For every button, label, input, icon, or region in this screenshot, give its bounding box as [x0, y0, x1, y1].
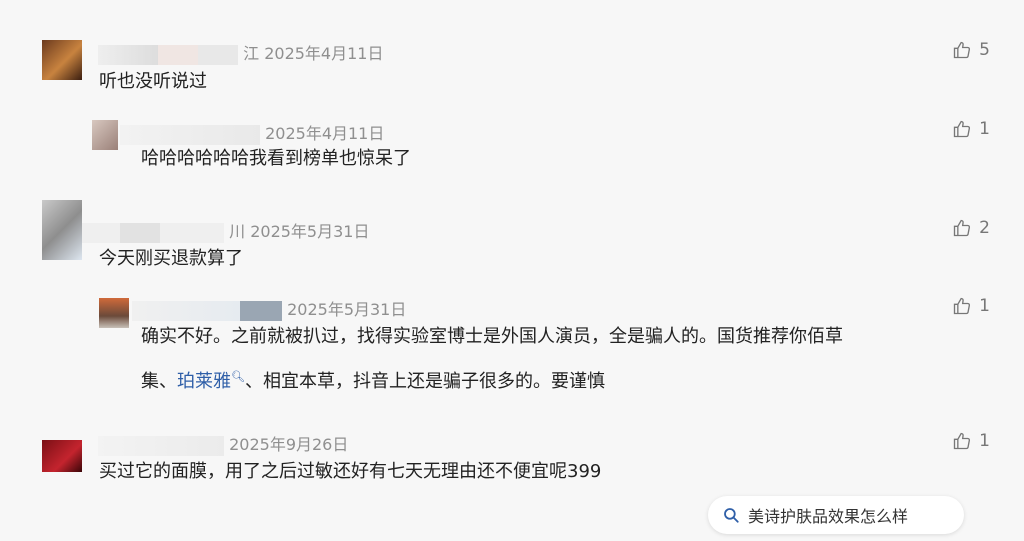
avatar[interactable] [42, 200, 82, 260]
comment-text-line: 集、珀莱雅🔍︎、相宜本草，抖音上还是骗子很多的。要谨慎 [141, 370, 605, 392]
brand-link[interactable]: 珀莱雅 [177, 371, 231, 392]
comment-text: 今天刚买退款算了 [99, 248, 243, 269]
username-blur [98, 44, 158, 65]
comment-text: 哈哈哈哈哈哈我看到榜单也惊呆了 [141, 148, 411, 169]
comment-text: 听也没听说过 [99, 71, 207, 92]
comment-meta: 2025年9月26日 [98, 431, 348, 456]
comment-text: 确实不好。之前就被扒过，找得实验室博士是外国人演员，全是骗人的。国货推荐你佰草 … [141, 322, 981, 397]
comment-meta: 川 2025年5月31日 [82, 218, 369, 243]
comment-date: 2025年5月31日 [287, 300, 407, 319]
like-button[interactable]: 1 [952, 296, 990, 316]
avatar[interactable] [42, 440, 82, 472]
like-button[interactable]: 2 [952, 218, 990, 238]
comment-meta: 江 2025年4月11日 [98, 40, 383, 65]
like-count: 1 [979, 119, 990, 139]
thumbs-up-icon [954, 219, 971, 237]
username-blur [98, 435, 224, 456]
comment-date: 2025年4月11日 [265, 124, 385, 143]
like-count: 1 [979, 431, 990, 451]
search-icon: 🔍︎ [231, 370, 245, 383]
thumbs-up-icon [954, 297, 971, 315]
comment-date: 2025年9月26日 [229, 435, 349, 454]
avatar[interactable] [99, 298, 129, 328]
username-fragment: 川 [229, 222, 246, 241]
username-blur [120, 124, 260, 145]
username-blur [82, 222, 120, 243]
avatar[interactable] [92, 120, 118, 150]
like-button[interactable]: 1 [952, 119, 990, 139]
like-count: 1 [979, 296, 990, 316]
like-count: 2 [979, 218, 990, 238]
thumbs-up-icon [954, 41, 971, 59]
like-count: 5 [979, 40, 990, 60]
comment-meta: 2025年5月31日 [132, 296, 406, 321]
comment-text-line: 确实不好。之前就被扒过，找得实验室博士是外国人演员，全是骗人的。国货推荐你佰草 [141, 326, 843, 347]
search-suggestion-chip[interactable]: 美诗护肤品效果怎么样 [708, 496, 964, 534]
thumbs-up-icon [954, 120, 971, 138]
avatar[interactable] [42, 40, 82, 80]
comment-text: 买过它的面膜，用了之后过敏还好有七天无理由还不便宜呢399 [99, 461, 602, 482]
thumbs-up-icon [954, 432, 971, 450]
comment-meta: 2025年4月11日 [120, 120, 384, 145]
search-icon [724, 508, 739, 523]
comment-date: 2025年4月11日 [264, 44, 384, 63]
like-button[interactable]: 1 [952, 431, 990, 451]
search-suggestion-label: 美诗护肤品效果怎么样 [748, 507, 909, 526]
username-blur [132, 300, 240, 321]
like-button[interactable]: 5 [952, 40, 990, 60]
username-fragment: 江 [243, 44, 260, 63]
comment-date: 2025年5月31日 [250, 222, 370, 241]
